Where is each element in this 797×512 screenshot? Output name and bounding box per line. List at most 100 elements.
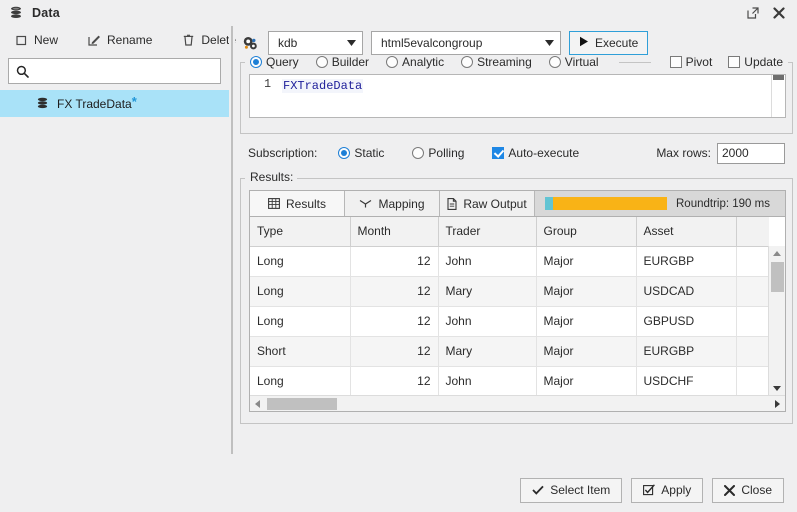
subscription-label: Subscription:: [248, 146, 317, 160]
tab-raw-output[interactable]: Raw Output: [440, 191, 535, 216]
checkbox-indicator: [728, 56, 740, 68]
radio-builder[interactable]: Builder: [313, 55, 372, 69]
source-dropdown[interactable]: kdb: [268, 31, 363, 55]
gears-icon[interactable]: [240, 33, 260, 53]
radio-query-label: Query: [266, 55, 299, 69]
column-header-blank[interactable]: [736, 217, 769, 246]
column-header-trader[interactable]: Trader: [438, 217, 536, 246]
table-row[interactable]: Long 12 Mary Major USDCAD: [250, 276, 769, 306]
grid-horizontal-scrollbar[interactable]: [250, 395, 785, 412]
radio-indicator: [412, 147, 424, 159]
play-icon: [579, 36, 589, 50]
check-icon: [532, 485, 544, 495]
radio-static[interactable]: Static: [335, 146, 387, 160]
cell-blank: [736, 366, 769, 396]
radio-analytic[interactable]: Analytic: [383, 55, 447, 69]
sidebar-item-fx-tradedata[interactable]: FX TradeData *: [0, 90, 229, 117]
cell-blank: [736, 276, 769, 306]
radio-polling[interactable]: Polling: [409, 146, 467, 160]
results-frame: Results Mapping: [249, 190, 786, 412]
radio-query[interactable]: Query: [247, 55, 302, 69]
connection-group-dropdown[interactable]: html5evalcongroup: [371, 31, 561, 55]
database-icon: [9, 6, 23, 20]
new-button[interactable]: New: [12, 31, 61, 49]
radio-indicator: [549, 56, 561, 68]
scroll-down-icon[interactable]: [769, 381, 785, 396]
execute-button-label: Execute: [595, 36, 638, 50]
table-row[interactable]: Long 12 John Major USDCHF: [250, 366, 769, 396]
sidebar-item-label: FX TradeData: [57, 97, 132, 111]
column-header-month[interactable]: Month: [350, 217, 438, 246]
scroll-right-icon[interactable]: [770, 397, 785, 412]
cell-month: 12: [350, 306, 438, 336]
tab-mapping-label: Mapping: [378, 197, 424, 211]
cell-asset: GBPUSD: [636, 306, 736, 336]
rename-button-label: Rename: [107, 33, 152, 47]
tab-mapping[interactable]: Mapping: [345, 191, 440, 216]
table-row[interactable]: Long 12 John Major EURGBP: [250, 246, 769, 276]
table-row[interactable]: Long 12 John Major GBPUSD: [250, 306, 769, 336]
grid-horizontal-scroll-thumb[interactable]: [267, 398, 337, 410]
query-editor[interactable]: 1 FXTradeData: [249, 74, 786, 118]
rename-button[interactable]: Rename: [85, 31, 155, 49]
grid-table-icon: [268, 198, 280, 209]
column-header-type[interactable]: Type: [250, 217, 350, 246]
search-icon: [9, 65, 35, 78]
cell-group: Major: [536, 336, 636, 366]
table-row[interactable]: Short 12 Mary Major EURGBP: [250, 336, 769, 366]
modified-marker: *: [132, 94, 137, 109]
checkbox-pivot-label: Pivot: [686, 55, 713, 69]
select-item-button-label: Select Item: [550, 483, 610, 497]
cell-group: Major: [536, 306, 636, 336]
column-header-group[interactable]: Group: [536, 217, 636, 246]
x-icon: [724, 485, 735, 496]
cell-type: Long: [250, 246, 350, 276]
grid-vertical-scrollbar[interactable]: [768, 246, 785, 396]
tab-results[interactable]: Results: [250, 191, 345, 216]
chevron-down-icon: [538, 40, 560, 46]
editor-scroll-thumb[interactable]: [773, 75, 784, 80]
cell-type: Long: [250, 306, 350, 336]
chevron-down-icon: [340, 40, 362, 46]
execute-button[interactable]: Execute: [569, 31, 648, 55]
select-item-button[interactable]: Select Item: [520, 478, 622, 503]
dialog-footer: Select Item Apply Close: [0, 468, 797, 512]
apply-button[interactable]: Apply: [631, 478, 703, 503]
cell-month: 12: [350, 336, 438, 366]
checkbox-checked-icon: [643, 484, 655, 496]
checkbox-indicator: [670, 56, 682, 68]
radio-analytic-label: Analytic: [402, 55, 444, 69]
group-divider: [297, 178, 788, 179]
search-input[interactable]: [35, 60, 220, 82]
radio-virtual[interactable]: Virtual: [546, 55, 602, 69]
checkbox-pivot[interactable]: Pivot: [667, 55, 716, 69]
close-button[interactable]: Close: [712, 478, 784, 503]
search-box[interactable]: [8, 58, 221, 84]
checkbox-update[interactable]: Update: [725, 55, 786, 69]
scroll-left-icon[interactable]: [250, 397, 265, 412]
database-icon: [36, 97, 49, 110]
close-icon[interactable]: [772, 6, 786, 20]
results-table: Type Month Trader Group Asset Long: [250, 217, 769, 396]
cell-month: 12: [350, 276, 438, 306]
radio-streaming[interactable]: Streaming: [458, 55, 535, 69]
new-button-label: New: [34, 33, 58, 47]
cell-trader: Mary: [438, 336, 536, 366]
cell-group: Major: [536, 276, 636, 306]
editor-vertical-scrollbar[interactable]: [771, 75, 785, 117]
max-rows-input[interactable]: [717, 143, 785, 164]
max-rows-label: Max rows:: [656, 146, 711, 160]
cell-asset: USDCAD: [636, 276, 736, 306]
checkbox-auto-execute[interactable]: Auto-execute: [489, 146, 582, 160]
radio-indicator: [316, 56, 328, 68]
scroll-up-icon[interactable]: [769, 246, 785, 261]
column-header-asset[interactable]: Asset: [636, 217, 736, 246]
grid-vertical-scroll-thumb[interactable]: [771, 262, 784, 292]
radio-indicator: [250, 56, 262, 68]
panel-splitter[interactable]: [229, 26, 235, 512]
cell-trader: John: [438, 306, 536, 336]
editor-code-area[interactable]: FXTradeData: [276, 75, 771, 117]
radio-polling-label: Polling: [428, 146, 464, 160]
popout-icon[interactable]: [746, 6, 760, 20]
query-mode-row: Query Builder Analytic Streaming Virtual: [241, 53, 792, 71]
